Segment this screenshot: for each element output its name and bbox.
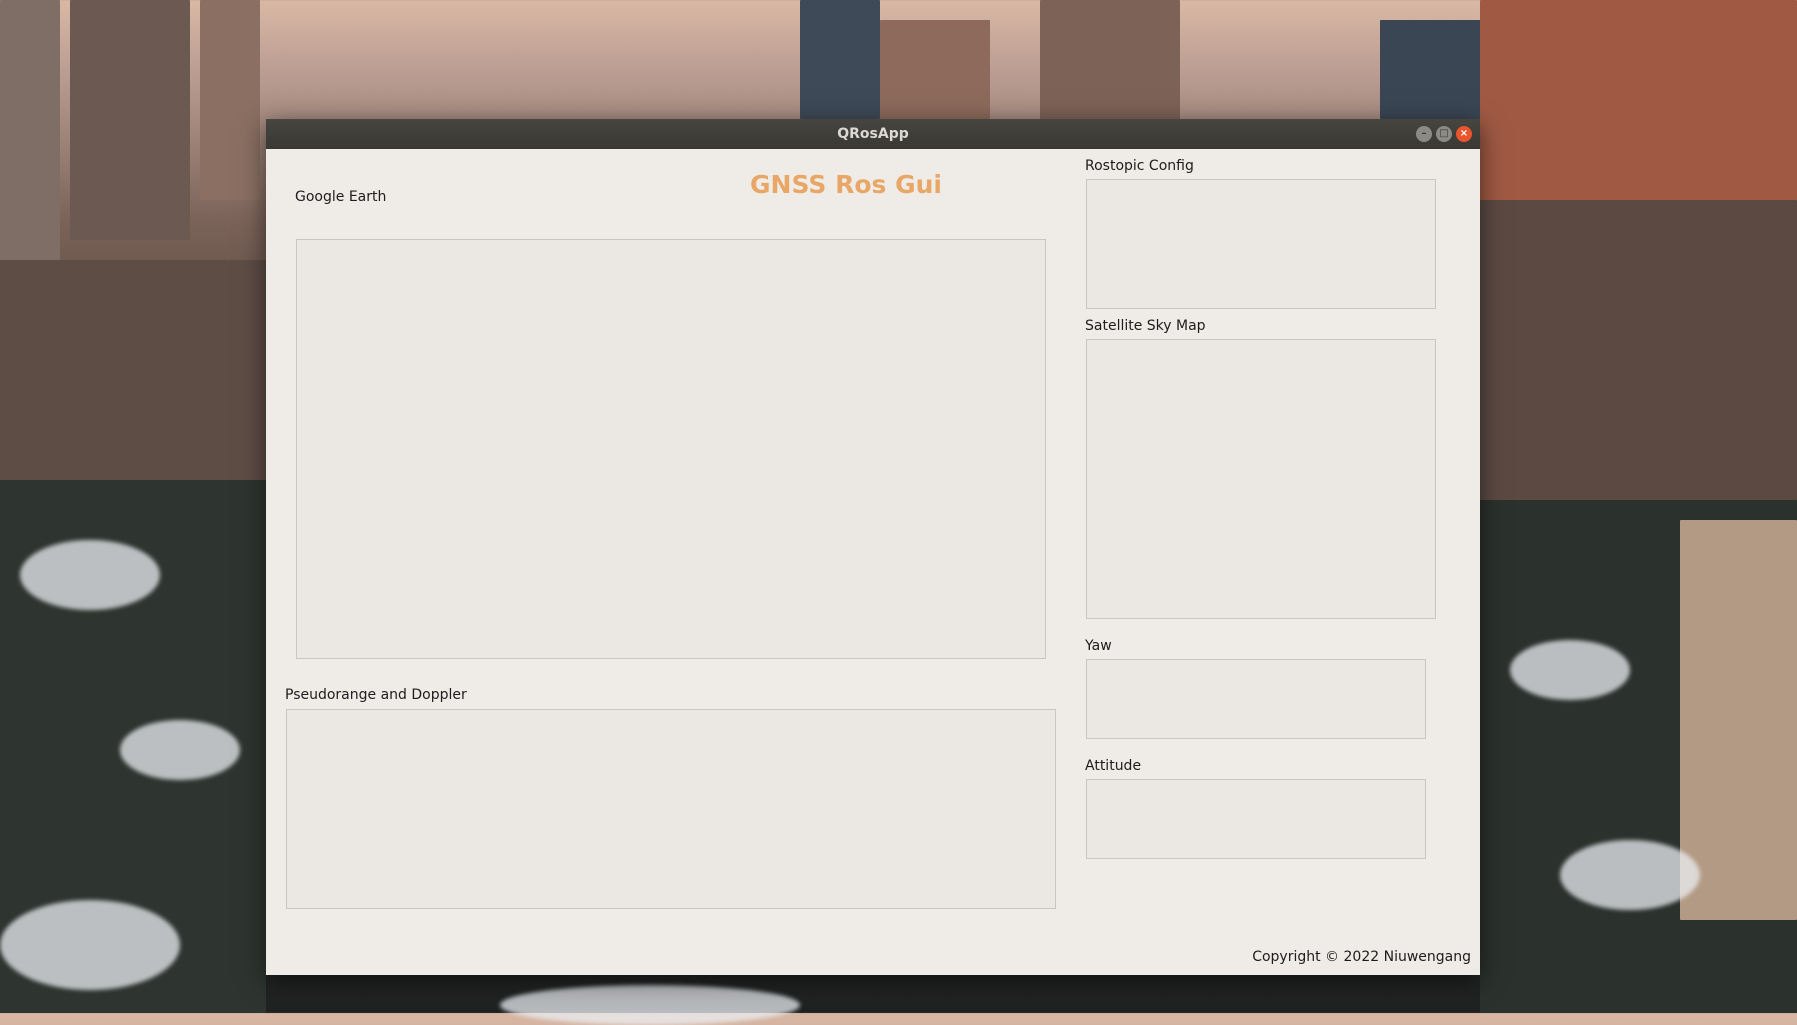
rostopic-config-panel[interactable]: [1086, 179, 1436, 309]
satellite-sky-map-panel[interactable]: [1086, 339, 1436, 619]
attitude-panel[interactable]: [1086, 779, 1426, 859]
attitude-label: Attitude: [1085, 758, 1142, 774]
minimize-button[interactable]: –: [1416, 126, 1432, 142]
app-window: QRosApp – □ × GNSS Ros Gui Google Earth …: [266, 119, 1480, 975]
title-bar[interactable]: QRosApp – □ ×: [266, 119, 1480, 149]
rostopic-config-label: Rostopic Config: [1085, 158, 1194, 174]
pseudorange-doppler-panel[interactable]: [286, 709, 1056, 909]
pseudorange-doppler-label: Pseudorange and Doppler: [285, 687, 467, 703]
window-title: QRosApp: [837, 126, 909, 142]
google-earth-label: Google Earth: [295, 189, 387, 205]
copyright-text: Copyright © 2022 Niuwengang: [1252, 949, 1471, 965]
yaw-label: Yaw: [1085, 638, 1112, 654]
app-heading: GNSS Ros Gui: [750, 170, 942, 199]
yaw-panel[interactable]: [1086, 659, 1426, 739]
maximize-button[interactable]: □: [1436, 126, 1452, 142]
close-button[interactable]: ×: [1456, 126, 1472, 142]
google-earth-panel[interactable]: [296, 239, 1046, 659]
satellite-sky-map-label: Satellite Sky Map: [1085, 318, 1206, 334]
